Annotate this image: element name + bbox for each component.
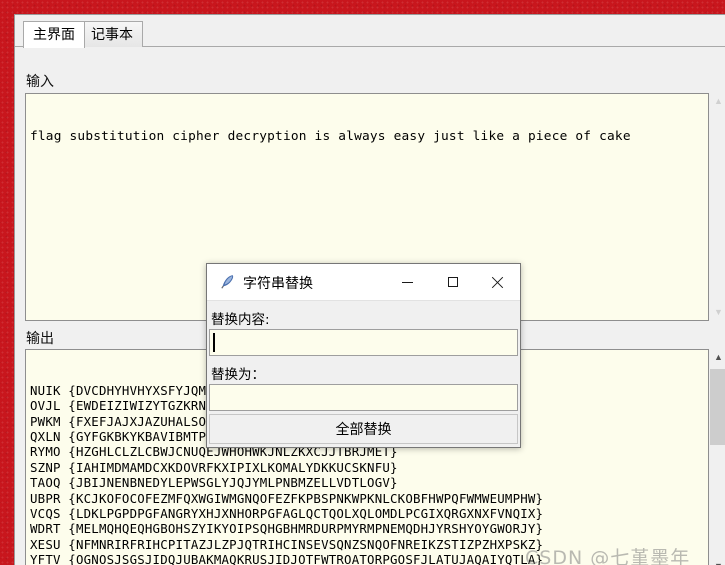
output-line: YFTV {OGNOSJSGSJIDQJUBAKMAQKRUSJIDJOTFWT… xyxy=(30,552,544,565)
minimize-icon xyxy=(402,281,413,283)
output-scroll-up-icon[interactable]: ▲ xyxy=(710,349,725,366)
tab-main-interface-label: 主界面 xyxy=(33,27,75,43)
dialog-close-button[interactable] xyxy=(475,264,520,300)
screenshot-root: 主界面 记事本 输入 flag substitution cipher decr… xyxy=(0,0,725,565)
output-line: XESU {NFMNRIRFRIHCPITAZJLZPJQTRIHCINSEVS… xyxy=(30,536,544,552)
tab-strip: 主界面 记事本 xyxy=(15,15,725,48)
input-section-label: 输入 xyxy=(26,74,54,90)
output-line: VCQS {LDKLPGPDPGFANGRYXHJXNHORPGFAGLQCTQ… xyxy=(30,506,544,522)
output-vertical-scrollbar[interactable]: ▲ ▼ xyxy=(710,349,725,565)
find-field-label: 替换内容: xyxy=(211,312,270,328)
dialog-titlebar[interactable]: 字符串替换 xyxy=(207,264,520,301)
text-caret xyxy=(213,333,215,352)
feather-icon xyxy=(221,275,234,289)
dialog-title: 字符串替换 xyxy=(243,276,313,292)
tab-main-interface[interactable]: 主界面 xyxy=(23,21,85,48)
output-line: TAOQ {JBIJNENBNEDYLEPWSGLYJQJYMLPNBMZELL… xyxy=(30,475,398,491)
output-line: WDRT {MELMQHQEQHGBOHSZYIKYOIPSQHGBHMRDUR… xyxy=(30,521,544,537)
tab-notepad[interactable]: 记事本 xyxy=(81,21,143,47)
replace-input[interactable] xyxy=(209,384,518,411)
dialog-minimize-button[interactable] xyxy=(385,264,430,300)
string-replace-dialog: 字符串替换 替换内容: 替换为： 全部替换 xyxy=(206,263,521,448)
close-icon xyxy=(491,276,504,289)
input-scroll-down-icon[interactable]: ▼ xyxy=(710,304,725,321)
replace-all-button[interactable]: 全部替换 xyxy=(209,414,518,444)
replace-all-button-label: 全部替换 xyxy=(335,422,392,438)
input-scroll-up-icon[interactable]: ▲ xyxy=(710,93,725,110)
output-scroll-down-icon[interactable]: ▼ xyxy=(710,558,725,565)
replace-field-label: 替换为： xyxy=(211,367,265,383)
tab-notepad-label: 记事本 xyxy=(91,27,133,43)
output-scrollbar-thumb[interactable] xyxy=(710,369,725,445)
input-text-line: flag substitution cipher decryption is a… xyxy=(30,128,631,144)
maximize-icon xyxy=(447,277,458,287)
output-section-label: 输出 xyxy=(26,331,54,347)
input-vertical-scrollbar[interactable]: ▲ ▼ xyxy=(710,93,725,321)
find-input[interactable] xyxy=(209,329,518,356)
dialog-maximize-button[interactable] xyxy=(430,264,475,300)
output-line: UBPR {KCJKOFOCOFEZMFQXWGIWMGNQOFEZFKPBSP… xyxy=(30,490,544,506)
output-line: SZNP {IAHIMDMAMDCXKDOVRFKXIPIXLKOMALYDKK… xyxy=(30,459,398,475)
